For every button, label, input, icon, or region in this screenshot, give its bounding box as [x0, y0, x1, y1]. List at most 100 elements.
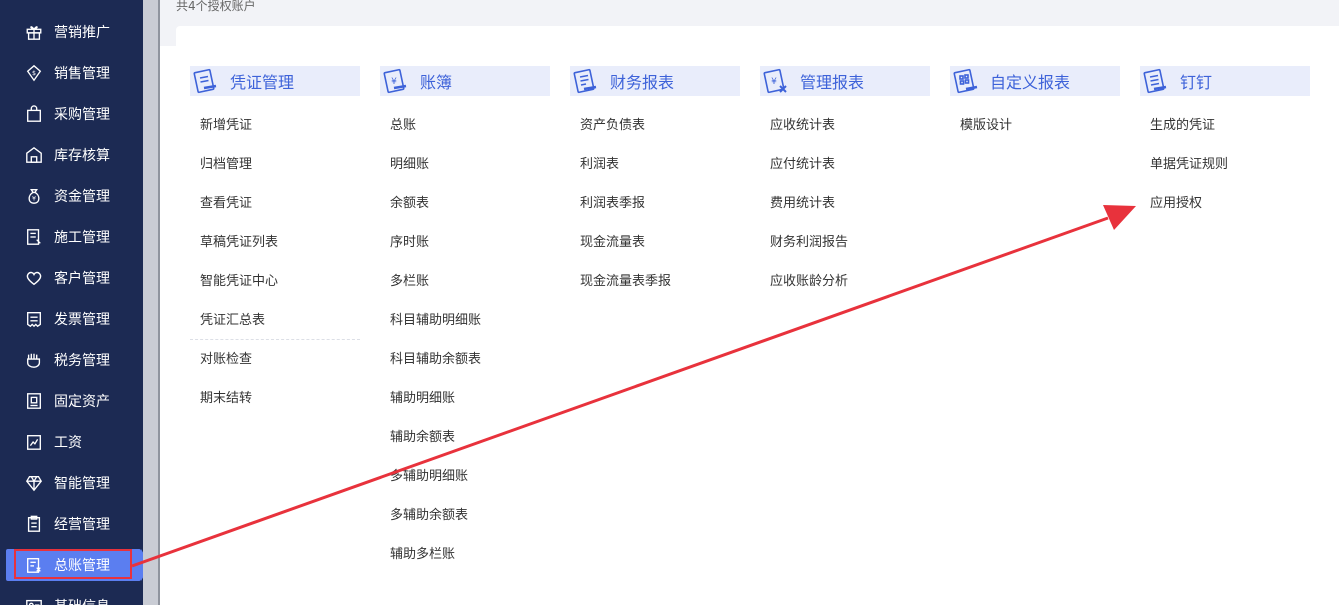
menu-item[interactable]: 草稿凭证列表: [190, 223, 360, 262]
menu-column-ledger: ¥ 账簿 总账 明细账 余额表 序时账 多栏账 科目辅助明细账 科目辅助余额表 …: [380, 66, 550, 574]
ledger-icon: [24, 555, 44, 575]
menu-item[interactable]: 应收统计表: [760, 106, 930, 145]
menu-column-financial-report: 财务报表 资产负债表 利润表 利润表季报 现金流量表 现金流量表季报: [570, 66, 740, 301]
sidebar-item-tax[interactable]: 税务管理: [0, 339, 143, 380]
sidebar-item-label: 总账管理: [54, 558, 110, 574]
authorized-account-count: 共4个授权账户: [176, 0, 256, 13]
menu-item[interactable]: 辅助多栏账: [380, 535, 550, 574]
menu-item[interactable]: 余额表: [380, 184, 550, 223]
salary-icon: [24, 432, 44, 452]
sidebar-item-general-ledger[interactable]: 总账管理: [6, 549, 150, 581]
menu-item[interactable]: 多辅助明细账: [380, 457, 550, 496]
sidebar-gutter: [143, 0, 159, 605]
sidebar-item-label: 销售管理: [54, 65, 110, 82]
sidebar-item-construction[interactable]: 施工管理: [0, 216, 143, 257]
svg-text:¥: ¥: [771, 77, 777, 87]
sidebar-item-label: 经营管理: [54, 516, 110, 533]
sidebar-item-fixed-assets[interactable]: 固定资产: [0, 380, 143, 421]
menu-column-header: 钉钉: [1140, 66, 1310, 96]
sidebar-item-label: 资金管理: [54, 188, 110, 205]
sidebar-item-label: 智能管理: [54, 475, 110, 492]
menu-item[interactable]: 序时账: [380, 223, 550, 262]
menu-item[interactable]: 单据凭证规则: [1140, 145, 1310, 184]
warehouse-icon: [24, 145, 44, 165]
menu-item[interactable]: 生成的凭证: [1140, 106, 1310, 145]
menu-item[interactable]: 资产负债表: [570, 106, 740, 145]
heart-icon: [24, 268, 44, 288]
menu-item-app-authorization[interactable]: 应用授权: [1140, 184, 1310, 223]
menu-item[interactable]: 辅助明细账: [380, 379, 550, 418]
sidebar-item-label: 营销推广: [54, 24, 110, 41]
sidebar-item-funds[interactable]: ¥ 资金管理: [0, 175, 143, 216]
sidebar-item-label: 发票管理: [54, 311, 110, 328]
tax-hand-icon: [24, 350, 44, 370]
menu-item[interactable]: 新增凭证: [190, 106, 360, 145]
menu-column-header: ¥ 账簿: [380, 66, 550, 96]
menu-column-custom-report: 自定义报表 模版设计: [950, 66, 1120, 145]
financial-report-icon: [570, 66, 600, 96]
general-ledger-menu-panel: 凭证管理 新增凭证 归档管理 查看凭证 草稿凭证列表 智能凭证中心 凭证汇总表 …: [160, 46, 1339, 605]
clipboard-icon: [24, 514, 44, 534]
custom-report-icon: [950, 66, 980, 96]
menu-item[interactable]: 利润表: [570, 145, 740, 184]
menu-item[interactable]: 应付统计表: [760, 145, 930, 184]
sidebar-item-operation[interactable]: 经营管理: [0, 503, 143, 544]
app-window: 营销推广 $ 销售管理 采购管理 库存核算 ¥ 资金管理 施工管理 客户管理 发…: [0, 0, 1339, 605]
menu-item[interactable]: 模版设计: [950, 106, 1120, 145]
menu-item[interactable]: 现金流量表: [570, 223, 740, 262]
sidebar-item-label: 基础信息: [54, 596, 110, 605]
sidebar-item-label: 施工管理: [54, 229, 110, 246]
sidebar-item-customer[interactable]: 客户管理: [0, 257, 143, 298]
menu-column-header: 凭证管理: [190, 66, 360, 96]
menu-column-voucher: 凭证管理 新增凭证 归档管理 查看凭证 草稿凭证列表 智能凭证中心 凭证汇总表 …: [190, 66, 360, 418]
menu-column-header: 财务报表: [570, 66, 740, 96]
invoice-icon: [24, 309, 44, 329]
sidebar-item-invoice[interactable]: 发票管理: [0, 298, 143, 339]
menu-item[interactable]: 总账: [380, 106, 550, 145]
menu-item[interactable]: 智能凭证中心: [190, 262, 360, 301]
sidebar-item-label: 库存核算: [54, 147, 110, 164]
menu-item[interactable]: 明细账: [380, 145, 550, 184]
gift-icon: [24, 22, 44, 42]
menu-column-title: 钉钉: [1180, 73, 1213, 92]
menu-column-title: 自定义报表: [990, 73, 1071, 92]
sales-icon: $: [24, 63, 44, 83]
menu-item[interactable]: 费用统计表: [760, 184, 930, 223]
construction-icon: [24, 227, 44, 247]
menu-item[interactable]: 多辅助余额表: [380, 496, 550, 535]
diamond-icon: [24, 473, 44, 493]
menu-item[interactable]: 财务利润报告: [760, 223, 930, 262]
menu-column-management-report: ¥ 管理报表 应收统计表 应付统计表 费用统计表 财务利润报告 应收账龄分析: [760, 66, 930, 301]
menu-item[interactable]: 现金流量表季报: [570, 262, 740, 301]
menu-column-header: ¥ 管理报表: [760, 66, 930, 96]
sidebar-item-sales[interactable]: $ 销售管理: [0, 52, 143, 93]
sidebar-item-basic-info[interactable]: 基础信息: [0, 585, 143, 605]
menu-item[interactable]: 期末结转: [190, 379, 360, 418]
sidebar-item-label: 采购管理: [54, 106, 110, 123]
menu-item[interactable]: 查看凭证: [190, 184, 360, 223]
sidebar-item-label: 固定资产: [54, 393, 110, 410]
menu-item[interactable]: 辅助余额表: [380, 418, 550, 457]
sidebar-item-inventory[interactable]: 库存核算: [0, 134, 143, 175]
menu-column-header: 自定义报表: [950, 66, 1120, 96]
menu-item[interactable]: 凭证汇总表: [190, 301, 360, 340]
menu-column-title: 财务报表: [610, 73, 675, 92]
svg-text:¥: ¥: [32, 195, 36, 202]
card-edge: [176, 26, 1339, 46]
menu-item[interactable]: 对账检查: [190, 340, 360, 379]
sidebar-item-label: 客户管理: [54, 270, 110, 287]
svg-text:¥: ¥: [391, 77, 397, 87]
sidebar-item-salary[interactable]: 工资: [0, 421, 143, 462]
sidebar-item-purchase[interactable]: 采购管理: [0, 93, 143, 134]
voucher-icon: [190, 66, 220, 96]
info-card-icon: [24, 596, 44, 605]
menu-item[interactable]: 科目辅助余额表: [380, 340, 550, 379]
dingtalk-icon: [1140, 66, 1170, 96]
menu-item[interactable]: 应收账龄分析: [760, 262, 930, 301]
menu-item[interactable]: 利润表季报: [570, 184, 740, 223]
menu-item[interactable]: 归档管理: [190, 145, 360, 184]
menu-item[interactable]: 多栏账: [380, 262, 550, 301]
menu-item[interactable]: 科目辅助明细账: [380, 301, 550, 340]
sidebar-item-marketing[interactable]: 营销推广: [0, 11, 143, 52]
sidebar-item-smart[interactable]: 智能管理: [0, 462, 143, 503]
